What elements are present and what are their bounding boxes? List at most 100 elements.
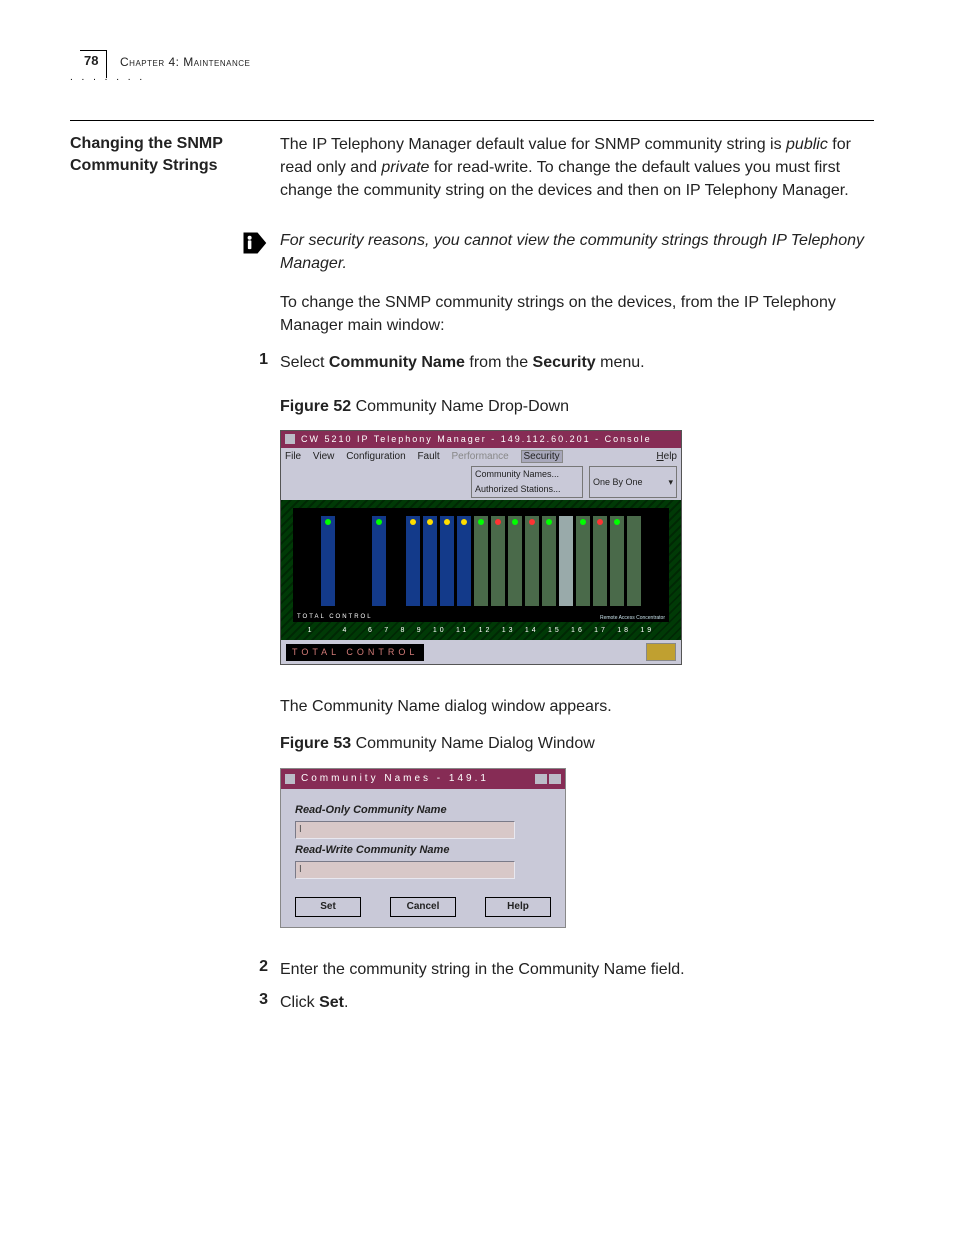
slot-num: 10 (433, 626, 447, 636)
help-button[interactable]: Help (485, 897, 551, 917)
header-dots: . . . . . . . (70, 72, 145, 83)
card-slot[interactable] (440, 512, 454, 610)
s3a: Click (280, 994, 319, 1011)
fig52-menubar: File View Configuration Fault Performanc… (281, 448, 681, 467)
step-3-number: 3 (70, 991, 280, 1009)
card-slot[interactable] (474, 512, 488, 610)
menu-view[interactable]: View (313, 451, 335, 462)
slot-num: 16 (571, 626, 585, 636)
card-slot[interactable] (559, 512, 573, 610)
card-slot[interactable] (321, 512, 335, 610)
fig53-titlebar: Community Names - 149.1 (281, 769, 565, 790)
card-slot[interactable] (406, 512, 420, 610)
slot-num: 8 (400, 626, 407, 636)
cancel-button[interactable]: Cancel (390, 897, 456, 917)
slot-num: 9 (417, 626, 424, 636)
s1a: Select (280, 354, 329, 371)
menu-help[interactable]: Help (656, 450, 677, 465)
card-slot[interactable] (491, 512, 505, 610)
card-slot[interactable] (576, 512, 590, 610)
text-cursor: I (299, 824, 302, 835)
figure-52-caption: Figure 52 Community Name Drop-Down (280, 395, 874, 418)
slot-num: 11 (456, 626, 469, 636)
step-2-number: 2 (70, 958, 280, 976)
info-arrow-icon (240, 229, 268, 262)
figure-52: CW 5210 IP Telephony Manager - 149.112.6… (280, 430, 682, 665)
intro-em1: public (786, 136, 828, 153)
chassis-label: TOTAL CONTROL (297, 613, 373, 622)
figure-53: Community Names - 149.1 Read-Only Commun… (280, 768, 566, 928)
fig53-cap-rest: Community Name Dialog Window (351, 735, 595, 752)
after-fig52: The Community Name dialog window appears… (280, 695, 874, 718)
slot-num: 12 (479, 626, 493, 636)
view-mode-combo[interactable]: One By One ▾ (589, 466, 677, 498)
rac-label: Remote Access Concentrator (600, 615, 665, 622)
menu-performance[interactable]: Performance (451, 451, 508, 462)
card-slot[interactable] (508, 512, 522, 610)
figure-53-caption: Figure 53 Community Name Dialog Window (280, 732, 874, 755)
slot-num: 4 (343, 626, 350, 636)
slot-num: 19 (640, 626, 654, 636)
menu-item-community-names[interactable]: Community Names... (472, 467, 582, 482)
menu-fault[interactable]: Fault (417, 451, 439, 462)
read-write-community-field[interactable]: I (295, 861, 515, 879)
slot-num: 1 (308, 626, 315, 636)
chevron-down-icon: ▾ (668, 476, 673, 489)
read-write-label: Read-Write Community Name (295, 843, 551, 859)
s3b: Set (319, 994, 344, 1011)
slot-num: 14 (525, 626, 539, 636)
card-slot[interactable] (525, 512, 539, 610)
card-slot[interactable] (372, 512, 386, 610)
menu-configuration[interactable]: Configuration (346, 451, 405, 462)
read-only-community-field[interactable]: I (295, 821, 515, 839)
slot-num: 13 (502, 626, 516, 636)
card-slot[interactable] (423, 512, 437, 610)
page-header: 78 Chapter 4: Maintenance . . . . . . . (70, 50, 874, 80)
s1b: Community Name (329, 354, 465, 371)
s1c: from the (465, 354, 533, 371)
menu-file[interactable]: File (285, 451, 301, 462)
card-slot[interactable] (610, 512, 624, 610)
security-note: For security reasons, you cannot view th… (280, 229, 874, 275)
security-dropdown: Community Names... Authorized Stations..… (471, 466, 583, 498)
read-only-label: Read-Only Community Name (295, 803, 551, 819)
combo-value: One By One (593, 476, 643, 489)
intro-em2: private (381, 159, 429, 176)
text-cursor: I (299, 864, 302, 875)
total-control-badge: TOTAL CONTROL (286, 644, 424, 661)
card-slot[interactable] (627, 512, 641, 610)
step-3-text: Click Set. (280, 991, 874, 1014)
chapter-label: Chapter 4: Maintenance (120, 55, 250, 69)
slot-num: 7 (384, 626, 391, 636)
card-slot[interactable] (542, 512, 556, 610)
fig52-title-text: CW 5210 IP Telephony Manager - 149.112.6… (301, 433, 652, 446)
intro-t1: The IP Telephony Manager default value f… (280, 136, 786, 153)
step-1-number: 1 (70, 351, 280, 369)
3com-badge (646, 643, 676, 661)
fig53-title-text: Community Names - 149.1 (301, 772, 489, 787)
step-1-text: Select Community Name from the Security … (280, 351, 874, 374)
chassis-view: TOTAL CONTROL Remote Access Concentrator… (281, 500, 681, 640)
fig52-footer: TOTAL CONTROL (281, 640, 681, 664)
slot-num: 6 (368, 626, 375, 636)
card-slot[interactable] (593, 512, 607, 610)
slot-num: 15 (548, 626, 562, 636)
step-2-text: Enter the community string in the Commun… (280, 958, 874, 981)
s3c: . (344, 994, 348, 1011)
s1d: Security (533, 354, 596, 371)
maximize-icon[interactable] (549, 774, 561, 784)
menu-item-authorized-stations[interactable]: Authorized Stations... (472, 482, 582, 497)
lead-in: To change the SNMP community strings on … (280, 291, 874, 337)
minimize-icon[interactable] (535, 774, 547, 784)
system-menu-icon[interactable] (285, 774, 295, 784)
fig53-cap-bold: Figure 53 (280, 735, 351, 752)
fig52-cap-rest: Community Name Drop-Down (351, 398, 569, 415)
card-slot[interactable] (457, 512, 471, 610)
intro-para: The IP Telephony Manager default value f… (280, 133, 874, 203)
slot-num: 18 (617, 626, 631, 636)
s1e: menu. (596, 354, 645, 371)
menu-security[interactable]: Security (521, 450, 563, 463)
system-menu-icon[interactable] (285, 434, 295, 444)
set-button[interactable]: Set (295, 897, 361, 917)
section-title: Changing the SNMP Community Strings (70, 133, 268, 176)
